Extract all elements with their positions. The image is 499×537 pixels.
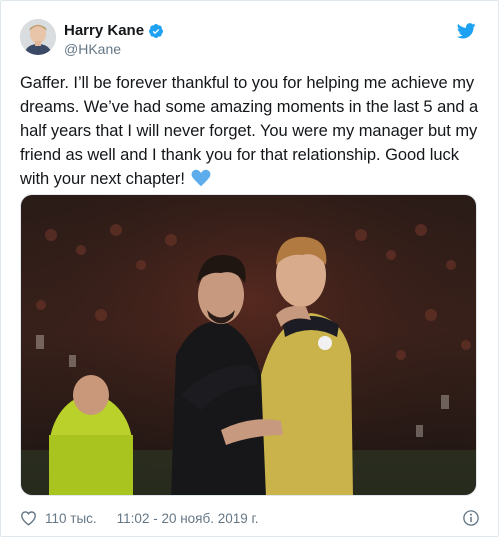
avatar[interactable]: [20, 19, 56, 55]
like-button[interactable]: 110 тыс.: [20, 510, 97, 526]
avatar-image: [20, 19, 56, 55]
tweet-footer: 110 тыс. 11:02 - 20 нояб. 2019 г.: [20, 509, 480, 527]
blue-heart-emoji-icon: [191, 169, 211, 187]
tweet-card: Harry Kane @HKane Gaffer. I’ll be foreve…: [0, 0, 499, 537]
like-count: 110 тыс.: [45, 510, 97, 526]
heart-outline-icon: [21, 511, 36, 526]
photo-image: [21, 195, 476, 495]
tweet-body: Gaffer. I’ll be forever thankful to you …: [20, 74, 479, 188]
info-circle-icon[interactable]: [462, 509, 480, 527]
author-handle[interactable]: @HKane: [64, 41, 121, 57]
author-name[interactable]: Harry Kane: [64, 22, 144, 39]
twitter-bird-icon[interactable]: [457, 23, 476, 39]
tweet-text: Gaffer. I’ll be forever thankful to you …: [20, 71, 482, 191]
tweet-timestamp[interactable]: 11:02 - 20 нояб. 2019 г.: [117, 511, 259, 526]
author-name-row[interactable]: Harry Kane: [64, 22, 164, 39]
tweet-photo[interactable]: [20, 194, 477, 496]
verified-badge-icon: [149, 23, 164, 38]
